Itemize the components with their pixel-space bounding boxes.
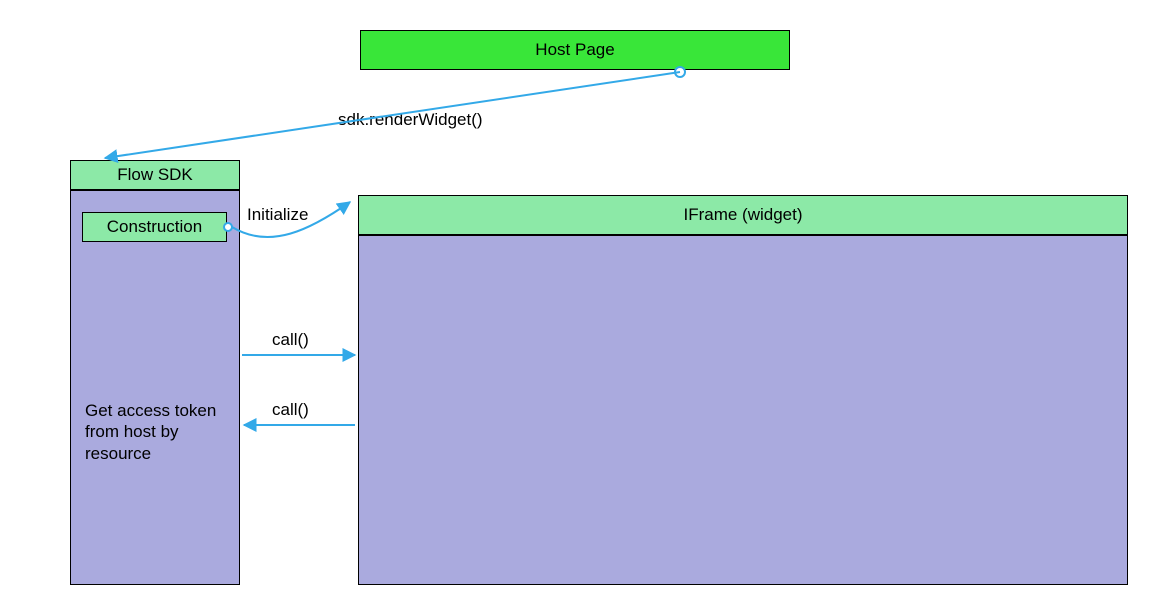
flow-sdk-label: Flow SDK [117,165,193,185]
flow-sdk-body [70,190,240,585]
host-page-box: Host Page [360,30,790,70]
host-page-label: Host Page [535,40,614,60]
call2-label: call() [272,400,309,420]
call1-label: call() [272,330,309,350]
iframe-body [358,235,1128,585]
iframe-header: IFrame (widget) [358,195,1128,235]
iframe-label: IFrame (widget) [683,205,802,225]
initialize-label: Initialize [247,205,308,225]
construction-box: Construction [82,212,227,242]
token-text: Get access token from host by resource [85,400,225,464]
flow-sdk-header: Flow SDK [70,160,240,190]
construction-label: Construction [107,217,202,237]
render-label: sdk.renderWidget() [338,110,483,130]
